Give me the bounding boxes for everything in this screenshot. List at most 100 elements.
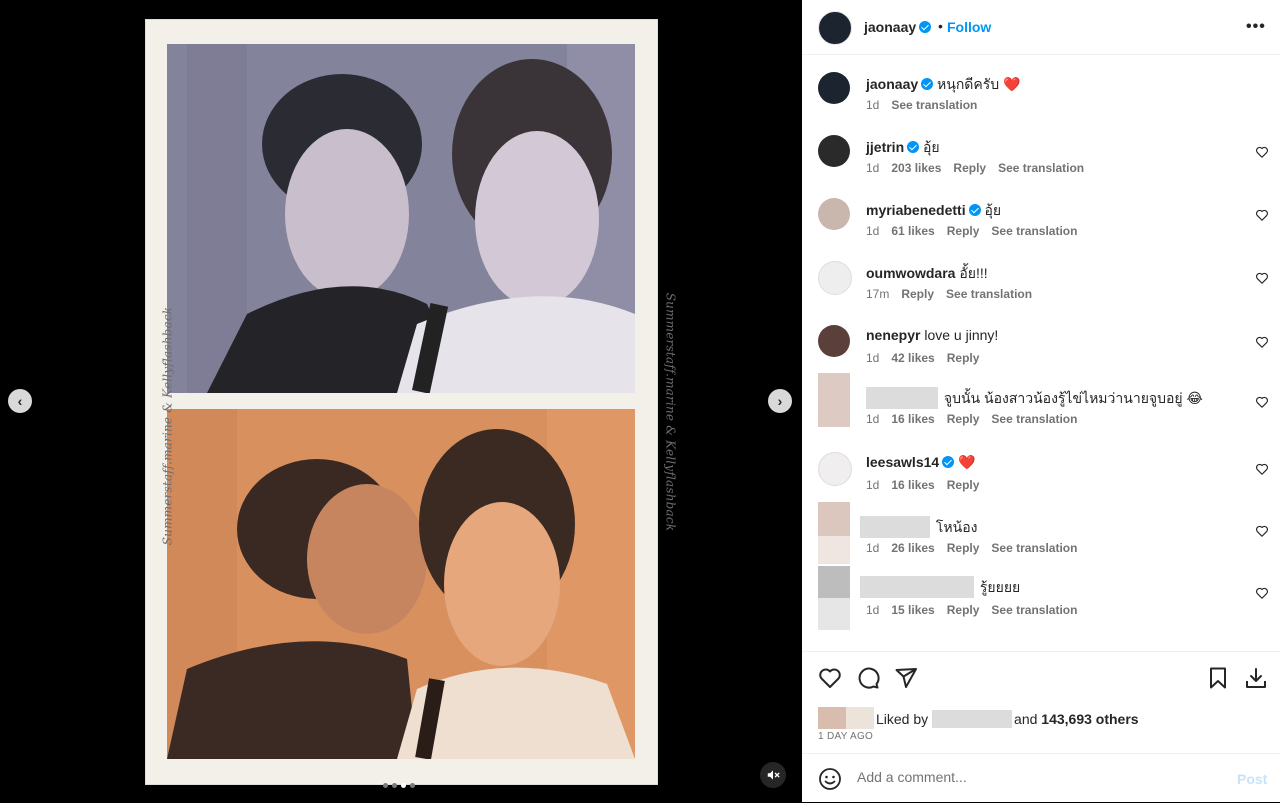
comment-likes[interactable]: 61 likes [891,224,934,238]
comment-likes[interactable]: 16 likes [891,478,934,492]
author-username-text[interactable]: jaonaay [864,19,916,35]
likes-count[interactable]: 143,693 others [1041,711,1138,727]
comment-line: oumwowdara อั้ย!!! [866,263,988,285]
add-comment-bar: Post [802,753,1280,803]
post-header: jaonaay • Follow ••• [802,0,1280,55]
carousel-next-button[interactable]: › [768,389,792,413]
emoji-icon[interactable] [818,767,842,791]
caption-line: jaonaay หนุกดีครับ ❤️ [866,74,1021,96]
comment-time: 17m [866,287,890,301]
commenter-avatar[interactable] [818,135,850,167]
heart-outline-icon[interactable] [1255,524,1269,538]
heart-outline-icon[interactable] [1255,395,1269,409]
caption-time: 1d [866,98,880,112]
reply-button[interactable]: Reply [947,351,980,365]
comment-bubble-icon[interactable] [856,666,880,690]
caption-meta: 1d See translation [866,98,989,112]
download-icon[interactable] [1244,666,1268,690]
follow-button[interactable]: Follow [947,19,991,35]
chevron-left-icon: ‹ [17,393,23,409]
post-date[interactable]: 1 DAY AGO [818,731,873,742]
comment-item: myriabenedetti อุ้ย 1d 61 likes Reply See t… [802,198,1280,258]
heart-outline-icon[interactable] [1255,271,1269,285]
comment-line: จูบนั้น น้องสาวน้องรู้ไข่ไหมว่านายจูบอยู… [866,387,1203,410]
post-comment-button[interactable]: Post [1237,771,1267,787]
comment-text: love u jinny! [924,327,999,343]
reply-button[interactable]: Reply [947,541,980,555]
caption-text: หนุกดีครับ ❤️ [937,76,1021,92]
author-username[interactable]: jaonaay [864,19,932,35]
verified-badge-icon [907,141,920,153]
mute-toggle-button[interactable] [760,762,786,788]
comment-line: รู้ยยยย [860,576,1020,599]
comment-line: myriabenedetti อุ้ย [866,200,1001,222]
photo-bottom-illustration [167,409,635,759]
heart-outline-icon[interactable] [1255,586,1269,600]
comment-line: nenepyr love u jinny! [866,327,998,343]
post-media-viewer[interactable]: Summerstaff.marine & Kellyflashback Summ… [0,0,802,802]
see-translation-link[interactable]: See translation [991,412,1077,426]
commenter-avatar[interactable] [818,452,852,486]
more-options-icon[interactable]: ••• [1246,18,1266,36]
redacted-username [866,387,938,409]
commenter-avatar[interactable] [818,325,850,357]
carousel-prev-button[interactable]: ‹ [8,389,32,413]
add-comment-input[interactable] [857,769,1217,785]
see-translation-link[interactable]: See translation [891,98,977,112]
comment-likes[interactable]: 203 likes [891,161,941,175]
see-translation-link[interactable]: See translation [991,603,1077,617]
comment-likes[interactable]: 15 likes [891,603,934,617]
comment-username[interactable]: myriabenedetti [866,202,966,218]
comment-line: leesawls14 ❤️ [866,454,976,471]
heart-outline-icon[interactable] [1255,208,1269,222]
comment-username[interactable]: jjetrin [866,139,904,155]
reply-button[interactable]: Reply [947,603,980,617]
author-avatar[interactable] [818,11,852,45]
comment-item: oumwowdara อั้ย!!! 17m Reply See translati… [802,261,1280,321]
bookmark-icon[interactable] [1206,666,1230,690]
comment-time: 1d [866,541,880,555]
commenter-avatar-redacted[interactable] [818,566,850,630]
comment-likes[interactable]: 16 likes [891,412,934,426]
comment-username[interactable]: nenepyr [866,327,920,343]
comment-meta: 1d 15 likes Reply See translation [866,603,1089,617]
chevron-right-icon: › [777,393,783,409]
like-heart-icon[interactable] [818,666,842,690]
liked-by-avatars [818,707,874,729]
see-translation-link[interactable]: See translation [946,287,1032,301]
comment-time: 1d [866,161,880,175]
comment-likes[interactable]: 42 likes [891,351,934,365]
comment-meta: 1d 16 likes Reply See translation [866,412,1089,426]
photo-top [167,44,635,393]
heart-outline-icon[interactable] [1255,335,1269,349]
commenter-avatar-redacted[interactable] [818,373,850,427]
heart-outline-icon[interactable] [1255,462,1269,476]
comment-meta: 1d 26 likes Reply See translation [866,541,1089,555]
comment-time: 1d [866,412,880,426]
commenter-avatar-redacted[interactable] [818,502,850,564]
comment-username[interactable]: leesawls14 [866,454,939,470]
reply-button[interactable]: Reply [901,287,934,301]
verified-badge-icon [919,21,932,33]
reply-button[interactable]: Reply [947,478,980,492]
comment-username[interactable]: oumwowdara [866,265,955,281]
see-translation-link[interactable]: See translation [991,224,1077,238]
reply-button[interactable]: Reply [947,224,980,238]
share-send-icon[interactable] [894,666,918,690]
comment-line: jjetrin อุ้ย [866,137,940,159]
reply-button[interactable]: Reply [947,412,980,426]
carousel-dot [383,783,388,788]
reply-button[interactable]: Reply [953,161,986,175]
see-translation-link[interactable]: See translation [998,161,1084,175]
speaker-muted-icon [767,770,780,780]
comment-likes[interactable]: 26 likes [891,541,934,555]
commenter-avatar[interactable] [818,198,850,230]
heart-outline-icon[interactable] [1255,145,1269,159]
header-separator: • [938,18,943,34]
caption-author-username[interactable]: jaonaay [866,76,918,92]
comments-list[interactable]: jaonaay หนุกดีครับ ❤️ 1d See translation … [802,55,1280,651]
caption-author-avatar[interactable] [818,72,850,104]
liked-by-summary[interactable]: Liked by and 143,693 others [818,707,1139,729]
commenter-avatar[interactable] [818,261,852,295]
see-translation-link[interactable]: See translation [991,541,1077,555]
